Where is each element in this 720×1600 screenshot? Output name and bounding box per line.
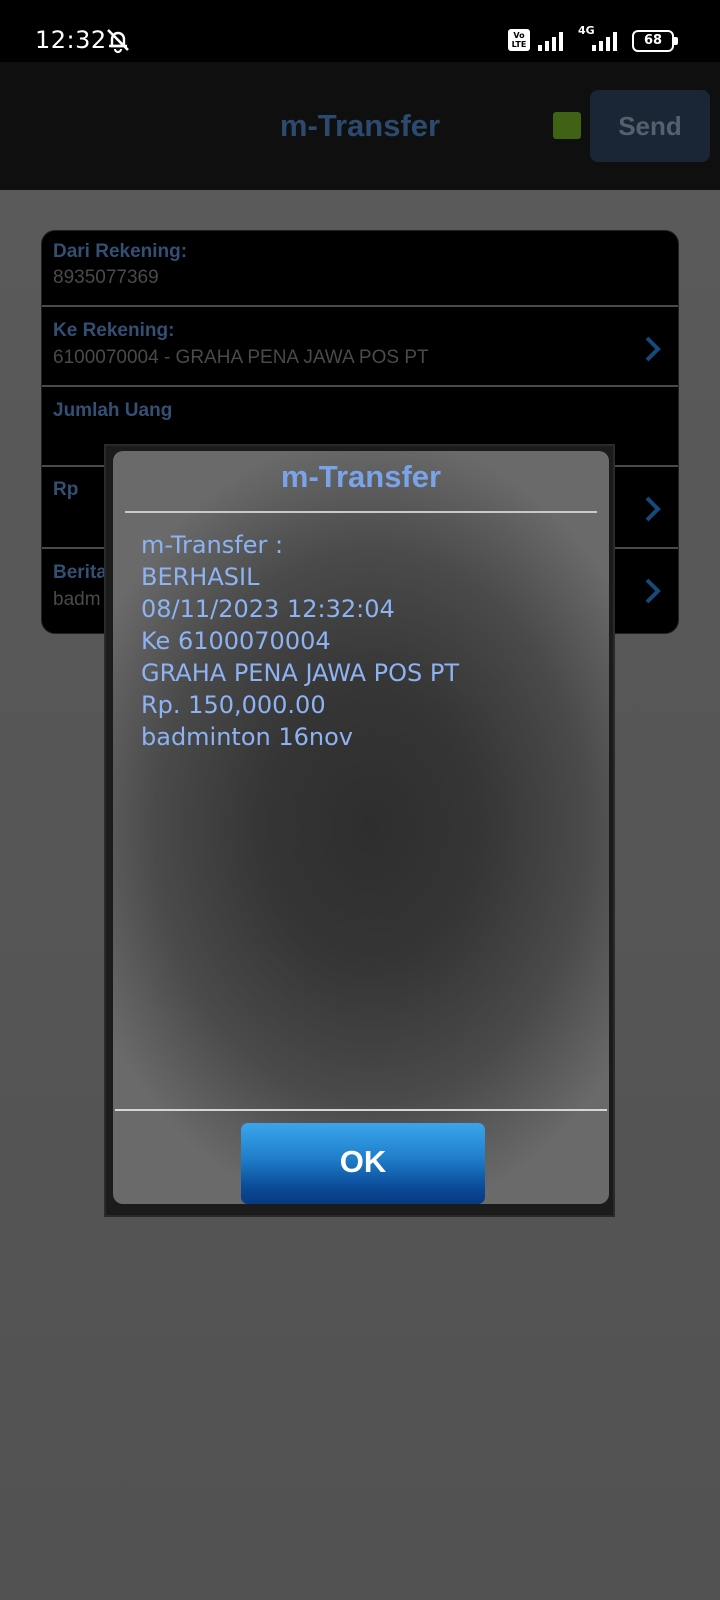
message-line: m-Transfer : [141,531,284,559]
dialog-divider [125,511,597,513]
battery-tip [674,37,678,45]
amount-label: Jumlah Uang [53,400,173,421]
dialog-divider [115,1109,607,1111]
form-row-source-account[interactable]: Dari Rekening: 8935077369 [42,231,678,307]
message-value: badm [53,589,101,610]
message-line: 08/11/2023 12:32:04 [141,595,395,623]
message-line: GRAHA PENA JAWA POS PT [141,659,460,687]
battery-level: 68 [643,33,663,48]
currency-label: Rp [53,479,79,500]
battery-icon: 68 [632,30,674,52]
chevron-right-icon [645,496,661,522]
signal-icon [538,32,563,51]
destination-account-label: Ke Rekening: [53,320,175,341]
chevron-right-icon [645,578,661,604]
app-bar: m-Transfer Send [0,62,720,190]
status-bar: 12:32 Vo LTE 4G 68 [0,0,720,62]
send-button[interactable]: Send [590,90,710,162]
source-account-value: 8935077369 [53,267,159,288]
volte-icon: Vo LTE [508,29,530,51]
chevron-right-icon [645,336,661,362]
dialog-title: m-Transfer [280,459,442,494]
dialog-message: m-Transfer : BERHASIL 08/11/2023 12:32:0… [141,529,591,753]
connection-status-indicator [553,112,581,139]
status-time: 12:32 [35,26,107,54]
source-account-label: Dari Rekening: [53,241,188,262]
message-line: Ke 6100070004 [141,627,331,655]
message-line: BERHASIL [141,563,260,591]
result-dialog: m-Transfer m-Transfer : BERHASIL 08/11/2… [113,451,609,1204]
message-line: Rp. 150,000.00 [141,691,326,719]
ok-button[interactable]: OK [241,1123,485,1204]
destination-account-value: 6100070004 - GRAHA PENA JAWA POS PT [53,347,429,368]
form-row-destination-account[interactable]: Ke Rekening: 6100070004 - GRAHA PENA JAW… [42,307,678,387]
message-line: badminton 16nov [141,723,354,751]
mute-icon [107,29,129,54]
signal-icon-2 [592,32,617,51]
message-label: Berita [53,562,107,583]
